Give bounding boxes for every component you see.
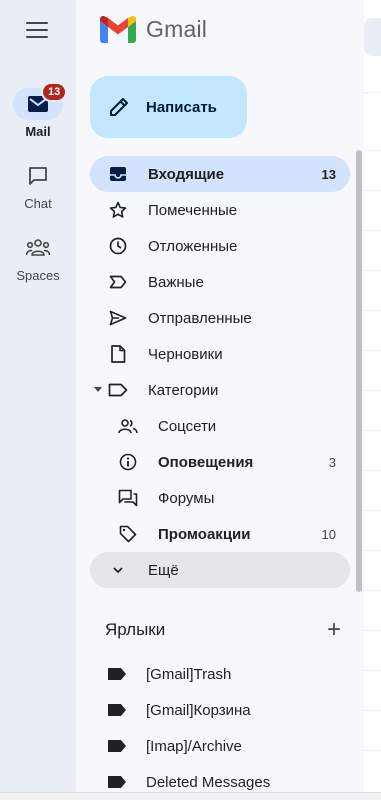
label-tag-icon xyxy=(108,740,126,752)
nav-social-label: Соцсети xyxy=(158,417,217,435)
nav-starred-label: Помеченные xyxy=(148,201,238,219)
divider xyxy=(364,430,381,431)
important-icon xyxy=(108,272,128,292)
label-item-text: Deleted Messages xyxy=(146,773,271,791)
nav-updates-count: 3 xyxy=(328,454,336,470)
nav-sent[interactable]: Отправленные xyxy=(90,300,350,336)
chat-icon xyxy=(29,167,47,185)
app-name: Gmail xyxy=(146,16,208,42)
divider xyxy=(364,710,381,711)
rail-mail-pill[interactable]: 13 xyxy=(13,82,68,120)
rail-spaces-pill[interactable] xyxy=(13,232,63,264)
nav-forums-label: Форумы xyxy=(158,489,215,507)
pencil-icon xyxy=(110,98,128,116)
rail-mail[interactable]: 13 Mail xyxy=(0,82,76,139)
search-bar-edge[interactable] xyxy=(364,18,381,56)
nav-promotions-count: 10 xyxy=(321,526,336,542)
rail-mail-label: Mail xyxy=(25,124,51,139)
nav-more-label: Ещё xyxy=(148,561,179,579)
nav-inbox-count: 13 xyxy=(321,166,336,182)
mail-list-panel xyxy=(364,0,381,800)
nav-social[interactable]: Соцсети xyxy=(90,408,350,444)
rail-chat[interactable]: Chat xyxy=(0,160,76,211)
labels-list: [Gmail]Trash [Gmail]Корзина [Imap]/Archi… xyxy=(90,656,350,800)
forum-icon xyxy=(118,488,138,508)
nav-promotions[interactable]: Промоакции 10 xyxy=(90,516,350,552)
hamburger-menu-icon[interactable] xyxy=(25,20,49,40)
label-item-text: [Imap]/Archive xyxy=(146,737,242,755)
nav-updates-label: Оповещения xyxy=(158,453,254,471)
nav-snoozed[interactable]: Отложенные xyxy=(90,228,350,264)
rail-spaces[interactable]: Spaces xyxy=(0,232,76,283)
chevron-down-icon xyxy=(108,560,128,580)
plus-icon[interactable]: + xyxy=(327,618,341,642)
nav-updates[interactable]: Оповещения 3 xyxy=(90,444,350,480)
nav-sent-label: Отправленные xyxy=(148,309,252,327)
clock-icon xyxy=(108,236,128,256)
divider xyxy=(364,350,381,351)
divider xyxy=(364,92,381,93)
divider xyxy=(364,510,381,511)
labels-header: Ярлыки + xyxy=(105,618,341,642)
label-item-text: [Gmail]Корзина xyxy=(146,701,251,719)
compose-label: Написать xyxy=(146,98,217,116)
caret-down-icon[interactable] xyxy=(94,387,102,392)
nav-promotions-label: Промоакции xyxy=(158,525,251,543)
labels-title: Ярлыки xyxy=(105,620,166,639)
nav-inbox[interactable]: Входящие 13 xyxy=(90,156,350,192)
rail-chat-pill[interactable] xyxy=(13,160,63,192)
tag-icon xyxy=(118,524,138,544)
divider xyxy=(364,230,381,231)
label-item[interactable]: [Gmail]Корзина xyxy=(90,692,350,728)
divider xyxy=(364,190,381,191)
send-icon xyxy=(108,308,128,328)
rail-spaces-label: Spaces xyxy=(16,268,60,283)
label-tag-icon xyxy=(108,704,126,716)
mail-unread-badge: 13 xyxy=(41,82,68,102)
info-icon xyxy=(118,452,138,472)
nav-starred[interactable]: Помеченные xyxy=(90,192,350,228)
nav-drafts[interactable]: Черновики xyxy=(90,336,350,372)
people-icon xyxy=(118,416,138,436)
label-item[interactable]: [Gmail]Trash xyxy=(90,656,350,692)
bottom-bar xyxy=(0,792,381,800)
divider xyxy=(364,470,381,471)
divider xyxy=(364,150,381,151)
label-item-text: [Gmail]Trash xyxy=(146,665,232,683)
nav-forums[interactable]: Форумы xyxy=(90,480,350,516)
nav-categories-label: Категории xyxy=(148,381,219,399)
gmail-logo[interactable]: Gmail xyxy=(100,16,207,43)
draft-icon xyxy=(108,344,128,364)
rail-chat-label: Chat xyxy=(24,196,52,211)
gmail-logo-icon xyxy=(100,16,136,43)
inbox-icon xyxy=(108,164,128,184)
divider xyxy=(364,550,381,551)
mailbox-nav: Входящие 13 Помеченные Отложенные Важные… xyxy=(90,156,350,588)
divider xyxy=(364,270,381,271)
label-item[interactable]: [Imap]/Archive xyxy=(90,728,350,764)
divider xyxy=(364,310,381,311)
nav-more[interactable]: Ещё xyxy=(90,552,350,588)
nav-inbox-label: Входящие xyxy=(148,165,225,183)
nav-drafts-label: Черновики xyxy=(148,345,223,363)
divider xyxy=(364,390,381,391)
label-tag-icon xyxy=(108,776,126,788)
nav-important-label: Важные xyxy=(148,273,204,291)
star-icon xyxy=(108,200,128,220)
divider xyxy=(364,750,381,751)
divider xyxy=(364,630,381,631)
divider xyxy=(364,590,381,591)
compose-button[interactable]: Написать xyxy=(90,76,247,138)
sidebar-scrollbar[interactable] xyxy=(356,150,362,592)
spaces-icon xyxy=(26,239,50,256)
divider xyxy=(364,670,381,671)
nav-categories[interactable]: Категории xyxy=(90,372,350,408)
nav-important[interactable]: Важные xyxy=(90,264,350,300)
label-outline-icon xyxy=(108,380,128,400)
label-tag-icon xyxy=(108,668,126,680)
nav-snoozed-label: Отложенные xyxy=(148,237,238,255)
